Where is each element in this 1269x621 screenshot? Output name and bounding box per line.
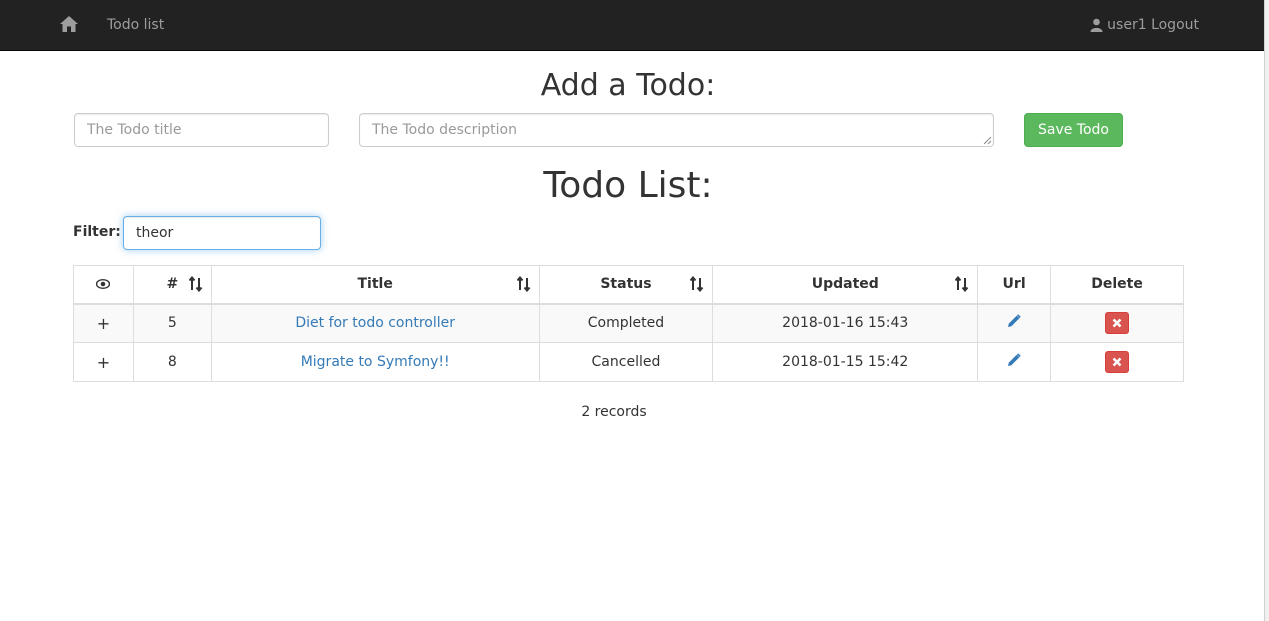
todo-title-link[interactable]: Migrate to Symfony!! [301,354,450,370]
column-status-label: Status [600,276,652,293]
todo-description-input[interactable] [359,113,994,147]
column-id-label: # [166,276,179,293]
cell-updated: 2018-01-16 15:43 [712,303,979,343]
column-delete-label: Delete [1091,276,1143,293]
cell-id: 5 [132,303,212,343]
sort-icon[interactable] [955,276,969,292]
cell-url [977,342,1052,382]
eye-icon [96,276,111,292]
expand-icon: + [96,313,111,333]
pencil-icon[interactable] [1007,353,1021,371]
todo-table: # Title Status Updated Url Delete + 5 Di… [73,265,1184,382]
column-header-status[interactable]: Status [538,265,714,305]
expand-icon: + [96,352,111,372]
expand-row-button[interactable]: + [73,342,134,382]
column-header-title[interactable]: Title [210,265,540,305]
table-header-row: # Title Status Updated Url Delete [73,265,1184,305]
save-todo-button[interactable]: Save Todo [1024,113,1123,147]
close-icon [1112,318,1122,328]
navbar: Todo list user1 Logout [0,0,1264,51]
cell-id: 8 [132,342,212,382]
sort-icon[interactable] [516,276,531,292]
column-url-label: Url [1002,276,1026,293]
logout-link[interactable]: user1 Logout [1090,16,1199,34]
sort-icon[interactable] [188,276,203,292]
user-logout-label: user1 Logout [1107,17,1199,33]
cell-updated: 2018-01-15 15:42 [712,342,979,382]
column-header-url: Url [977,265,1052,305]
close-icon [1112,357,1122,367]
column-title-label: Title [357,276,393,293]
delete-button[interactable] [1105,351,1130,373]
cell-status: Completed [538,303,714,343]
expand-row-button[interactable]: + [73,303,134,343]
window-scrollbar[interactable] [1264,0,1269,621]
delete-button[interactable] [1105,312,1130,335]
table-row: + 8 Migrate to Symfony!! Cancelled 2018-… [73,342,1184,382]
column-updated-label: Updated [811,276,879,293]
column-visibility[interactable] [73,265,134,305]
cell-url [977,303,1052,343]
cell-title: Migrate to Symfony!! [210,342,540,382]
todo-title-input[interactable] [74,113,329,147]
cell-delete [1050,303,1184,343]
todo-list-heading: Todo List: [543,165,713,206]
filter-label: Filter: [73,224,121,240]
cell-delete [1050,342,1184,382]
records-count: 2 records [581,404,647,420]
nav-brand-link[interactable]: Todo list [107,16,164,34]
user-icon [1090,18,1103,32]
column-header-id[interactable]: # [132,265,212,305]
add-todo-heading: Add a Todo: [540,68,716,103]
column-header-updated[interactable]: Updated [712,265,979,305]
column-header-delete: Delete [1050,265,1184,305]
sort-icon[interactable] [690,276,704,292]
cell-status: Cancelled [538,342,714,382]
cell-title: Diet for todo controller [210,303,540,343]
filter-input[interactable] [123,216,321,250]
home-icon[interactable] [59,14,79,36]
pencil-icon[interactable] [1007,314,1021,332]
table-row: + 5 Diet for todo controller Completed 2… [73,303,1184,343]
todo-title-link[interactable]: Diet for todo controller [295,315,455,331]
